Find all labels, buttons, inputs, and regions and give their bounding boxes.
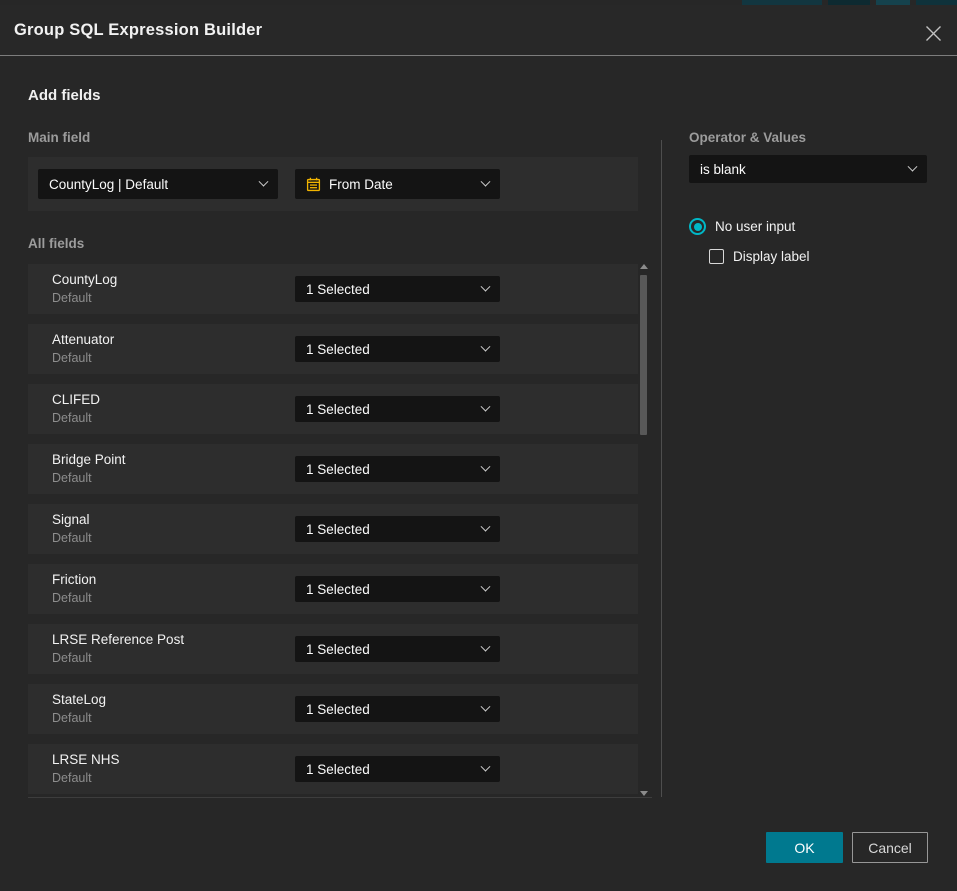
field-row-subtitle: Default [52, 471, 92, 485]
chevron-down-icon [908, 161, 918, 171]
field-row-subtitle: Default [52, 291, 92, 305]
operator-dropdown-value: is blank [700, 162, 746, 177]
chevron-down-icon [481, 461, 491, 471]
calendar-date-icon [306, 177, 321, 192]
chevron-down-icon [481, 641, 491, 651]
cancel-button[interactable]: Cancel [852, 832, 928, 863]
list-bottom-divider [28, 797, 652, 798]
chevron-down-icon [259, 176, 269, 186]
operator-dropdown[interactable]: is blank [689, 155, 927, 183]
field-selection-dropdown[interactable]: 1 Selected [295, 576, 500, 602]
field-selection-dropdown[interactable]: 1 Selected [295, 336, 500, 362]
field-selection-dropdown[interactable]: 1 Selected [295, 396, 500, 422]
scrollbar-thumb[interactable] [640, 275, 647, 435]
field-row-name: CLIFED [52, 392, 100, 407]
field-selection-value: 1 Selected [306, 402, 370, 417]
field-selection-value: 1 Selected [306, 282, 370, 297]
all-fields-heading: All fields [28, 236, 84, 251]
field-selection-value: 1 Selected [306, 342, 370, 357]
chevron-down-icon [481, 341, 491, 351]
field-row-name: Signal [52, 512, 90, 527]
close-icon [924, 24, 943, 43]
field-row-subtitle: Default [52, 651, 92, 665]
main-layer-dropdown-value: CountyLog | Default [49, 177, 168, 192]
field-selection-value: 1 Selected [306, 462, 370, 477]
field-row: CLIFED Default 1 Selected [28, 384, 638, 434]
field-selection-value: 1 Selected [306, 582, 370, 597]
chevron-down-icon [481, 521, 491, 531]
scroll-up-arrow-icon[interactable] [640, 264, 648, 269]
chevron-down-icon [481, 281, 491, 291]
dialog-title: Group SQL Expression Builder [14, 21, 262, 40]
list-scrollbar[interactable] [639, 260, 648, 802]
chevron-down-icon [481, 176, 491, 186]
scroll-down-arrow-icon[interactable] [640, 791, 648, 796]
field-row: LRSE Reference Post Default 1 Selected [28, 624, 638, 674]
field-row-name: Friction [52, 572, 96, 587]
field-selection-dropdown[interactable]: 1 Selected [295, 516, 500, 542]
field-row-name: LRSE NHS [52, 752, 120, 767]
main-layer-dropdown[interactable]: CountyLog | Default [38, 169, 278, 199]
main-field-panel: CountyLog | Default From Date [28, 157, 638, 211]
field-selection-value: 1 Selected [306, 522, 370, 537]
field-selection-dropdown[interactable]: 1 Selected [295, 756, 500, 782]
close-button[interactable] [922, 22, 944, 44]
chevron-down-icon [481, 581, 491, 591]
field-row-subtitle: Default [52, 591, 92, 605]
no-user-input-option[interactable]: No user input [689, 218, 795, 235]
no-user-input-label: No user input [715, 219, 795, 234]
field-row: LRSE NHS Default 1 Selected [28, 744, 638, 794]
field-row-subtitle: Default [52, 711, 92, 725]
panel-divider [661, 140, 662, 797]
display-label-option[interactable]: Display label [709, 249, 810, 264]
add-fields-heading: Add fields [28, 87, 101, 104]
field-row: Attenuator Default 1 Selected [28, 324, 638, 374]
main-field-heading: Main field [28, 130, 90, 145]
all-fields-list: CountyLog Default 1 Selected Attenuator … [28, 264, 638, 804]
field-row-name: Attenuator [52, 332, 114, 347]
field-row: Friction Default 1 Selected [28, 564, 638, 614]
dialog-titlebar: Group SQL Expression Builder [0, 5, 957, 56]
field-selection-dropdown[interactable]: 1 Selected [295, 696, 500, 722]
field-selection-dropdown[interactable]: 1 Selected [295, 276, 500, 302]
field-row-name: CountyLog [52, 272, 117, 287]
group-sql-expression-builder-dialog: Group SQL Expression Builder Add fields … [0, 0, 957, 891]
field-selection-value: 1 Selected [306, 762, 370, 777]
chevron-down-icon [481, 701, 491, 711]
field-selection-value: 1 Selected [306, 642, 370, 657]
operator-values-heading: Operator & Values [689, 130, 806, 145]
field-row-name: Bridge Point [52, 452, 126, 467]
field-selection-dropdown[interactable]: 1 Selected [295, 456, 500, 482]
main-field-dropdown[interactable]: From Date [295, 169, 500, 199]
display-label-label: Display label [733, 249, 810, 264]
main-field-dropdown-value: From Date [329, 177, 393, 192]
field-row-name: LRSE Reference Post [52, 632, 184, 647]
field-row: Signal Default 1 Selected [28, 504, 638, 554]
checkbox-unchecked-icon[interactable] [709, 249, 724, 264]
radio-dot [694, 223, 702, 231]
field-row-name: StateLog [52, 692, 106, 707]
field-row-subtitle: Default [52, 351, 92, 365]
radio-selected-icon[interactable] [689, 218, 706, 235]
chevron-down-icon [481, 761, 491, 771]
field-row-subtitle: Default [52, 771, 92, 785]
field-row: CountyLog Default 1 Selected [28, 264, 638, 314]
field-selection-value: 1 Selected [306, 702, 370, 717]
field-row-subtitle: Default [52, 531, 92, 545]
field-selection-dropdown[interactable]: 1 Selected [295, 636, 500, 662]
chevron-down-icon [481, 401, 491, 411]
field-row: StateLog Default 1 Selected [28, 684, 638, 734]
field-row: Bridge Point Default 1 Selected [28, 444, 638, 494]
ok-button[interactable]: OK [766, 832, 843, 863]
field-row-subtitle: Default [52, 411, 92, 425]
